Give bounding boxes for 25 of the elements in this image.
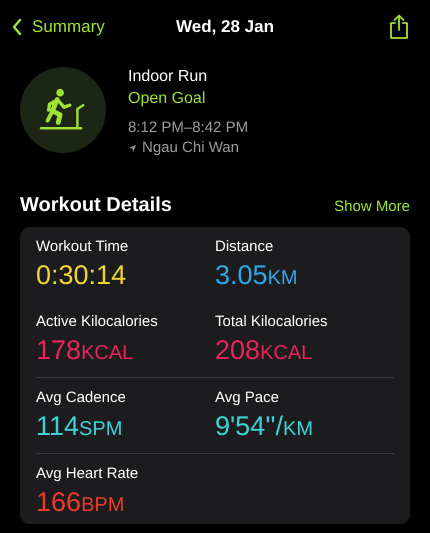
metric-label: Workout Time <box>36 237 130 257</box>
metric-value: 3.05KM <box>215 259 299 292</box>
workout-goal: Open Goal <box>128 89 206 109</box>
metric-value: 114SPM <box>36 410 124 443</box>
back-chevron-icon <box>12 18 22 36</box>
metric-value: 208KCAL <box>215 334 314 367</box>
metric-label: Active Kilocalories <box>36 312 159 332</box>
metric-label: Avg Cadence <box>36 388 127 408</box>
share-icon[interactable] <box>388 14 410 40</box>
metric-value: 166BPM <box>36 486 126 519</box>
metric-value: 9'54''/KM <box>215 410 314 443</box>
section-title: Workout Details <box>20 194 172 217</box>
time-range: 8:12 PM–8:42 PM <box>128 118 248 138</box>
workout-name: Indoor Run <box>128 67 208 87</box>
show-more-link[interactable]: Show More <box>334 198 410 215</box>
metric-label: Distance <box>215 237 274 257</box>
metric-label: Avg Heart Rate <box>36 464 140 484</box>
location: Ngau Chi Wan <box>142 138 239 158</box>
metric-value: 0:30:14 <box>36 259 128 291</box>
location-arrow-icon <box>128 144 137 152</box>
metric-label: Total Kilocalories <box>215 312 329 332</box>
date-title: Wed, 28 Jan <box>176 17 274 37</box>
metric-value: 178KCAL <box>36 334 134 367</box>
metric-label: Avg Pace <box>215 388 280 408</box>
back-button[interactable]: Summary <box>12 17 105 37</box>
